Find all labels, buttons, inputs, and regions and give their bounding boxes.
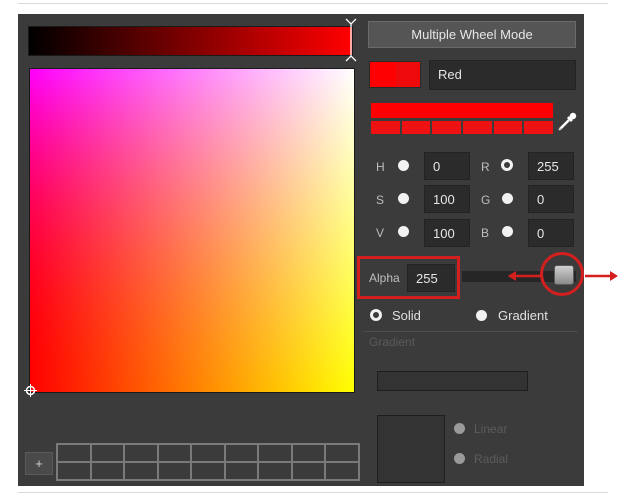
g-label: G (481, 193, 491, 207)
crosshair-icon[interactable] (24, 384, 37, 397)
bottom-divider (18, 492, 608, 493)
v-radio[interactable] (398, 226, 409, 237)
eyedropper-icon[interactable] (556, 111, 578, 133)
color-gradient-bar[interactable] (28, 26, 353, 56)
r-radio[interactable] (501, 159, 513, 171)
radial-label: Radial (474, 452, 509, 466)
bar-slider-marker[interactable] (345, 18, 357, 62)
saturation-value-square[interactable] (29, 68, 355, 393)
r-field[interactable]: 255 (528, 152, 574, 180)
linear-radio[interactable] (454, 423, 465, 434)
current-color-swatch (369, 61, 421, 88)
linear-label: Linear (474, 422, 508, 436)
h-radio[interactable] (398, 160, 409, 171)
h-field[interactable]: 0 (424, 152, 470, 180)
alpha-handle-highlight-circle (540, 252, 584, 296)
r-label: R (481, 160, 490, 174)
s-label: S (376, 193, 385, 207)
multiple-wheel-mode-button[interactable]: Multiple Wheel Mode (368, 21, 576, 48)
recent-colors-strip[interactable] (371, 121, 554, 134)
g-radio[interactable] (502, 193, 513, 204)
arrow-right-icon (585, 271, 618, 281)
h-label: H (376, 160, 385, 174)
s-radio[interactable] (398, 193, 409, 204)
b-radio[interactable] (502, 226, 513, 237)
gradient-section-title: Gradient (369, 335, 416, 349)
top-divider (18, 3, 608, 4)
v-label: V (376, 226, 385, 240)
radial-radio[interactable] (454, 453, 465, 464)
add-swatch-button[interactable]: + (25, 452, 53, 475)
b-field[interactable]: 0 (528, 219, 574, 247)
s-field[interactable]: 100 (424, 185, 470, 213)
gradient-radio[interactable] (476, 310, 487, 321)
arrow-left-icon (508, 271, 541, 281)
solid-label: Solid (392, 308, 421, 323)
gradient-bar (377, 371, 528, 391)
swatch-grid[interactable] (56, 443, 360, 481)
gradient-preview (377, 415, 445, 483)
color-preview-bar (371, 103, 553, 118)
v-field[interactable]: 100 (424, 219, 470, 247)
color-name-field[interactable]: Red (429, 60, 576, 90)
gradient-label: Gradient (498, 308, 548, 323)
solid-radio[interactable] (370, 309, 382, 321)
g-field[interactable]: 0 (528, 185, 574, 213)
alpha-field[interactable]: 255 (407, 264, 455, 292)
b-label: B (481, 226, 490, 240)
alpha-label: Alpha (369, 271, 400, 285)
divider (363, 331, 578, 332)
